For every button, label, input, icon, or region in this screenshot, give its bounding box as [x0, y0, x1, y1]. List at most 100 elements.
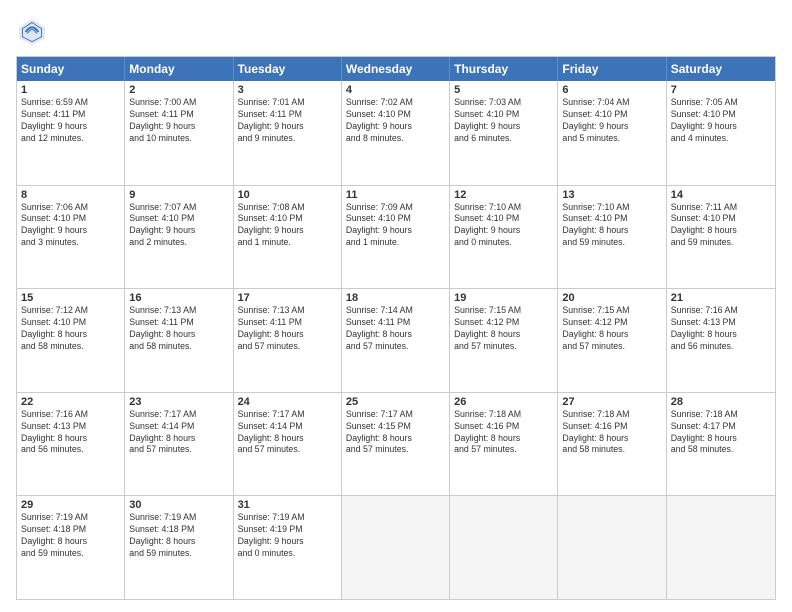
day-number: 13: [562, 189, 661, 201]
day-cell-10: 10Sunrise: 7:08 AM Sunset: 4:10 PM Dayli…: [234, 186, 342, 289]
day-number: 11: [346, 189, 445, 201]
day-number: 10: [238, 189, 337, 201]
day-number: 27: [562, 396, 661, 408]
calendar: SundayMondayTuesdayWednesdayThursdayFrid…: [16, 56, 776, 600]
week-row-2: 8Sunrise: 7:06 AM Sunset: 4:10 PM Daylig…: [17, 185, 775, 289]
day-cell-4: 4Sunrise: 7:02 AM Sunset: 4:10 PM Daylig…: [342, 81, 450, 185]
day-cell-5: 5Sunrise: 7:03 AM Sunset: 4:10 PM Daylig…: [450, 81, 558, 185]
logo-icon: [16, 16, 48, 48]
day-cell-14: 14Sunrise: 7:11 AM Sunset: 4:10 PM Dayli…: [667, 186, 775, 289]
day-info: Sunrise: 7:13 AM Sunset: 4:11 PM Dayligh…: [129, 305, 228, 353]
header-day-wednesday: Wednesday: [342, 57, 450, 81]
day-info: Sunrise: 7:14 AM Sunset: 4:11 PM Dayligh…: [346, 305, 445, 353]
day-number: 23: [129, 396, 228, 408]
day-number: 25: [346, 396, 445, 408]
day-number: 26: [454, 396, 553, 408]
day-number: 30: [129, 499, 228, 511]
day-info: Sunrise: 7:00 AM Sunset: 4:11 PM Dayligh…: [129, 97, 228, 145]
day-number: 2: [129, 84, 228, 96]
week-row-1: 1Sunrise: 6:59 AM Sunset: 4:11 PM Daylig…: [17, 81, 775, 185]
day-info: Sunrise: 7:13 AM Sunset: 4:11 PM Dayligh…: [238, 305, 337, 353]
day-number: 21: [671, 292, 771, 304]
day-cell-11: 11Sunrise: 7:09 AM Sunset: 4:10 PM Dayli…: [342, 186, 450, 289]
day-cell-19: 19Sunrise: 7:15 AM Sunset: 4:12 PM Dayli…: [450, 289, 558, 392]
day-info: Sunrise: 7:08 AM Sunset: 4:10 PM Dayligh…: [238, 202, 337, 250]
day-info: Sunrise: 7:10 AM Sunset: 4:10 PM Dayligh…: [454, 202, 553, 250]
day-cell-31: 31Sunrise: 7:19 AM Sunset: 4:19 PM Dayli…: [234, 496, 342, 599]
day-cell-8: 8Sunrise: 7:06 AM Sunset: 4:10 PM Daylig…: [17, 186, 125, 289]
day-info: Sunrise: 7:16 AM Sunset: 4:13 PM Dayligh…: [21, 409, 120, 457]
header-day-monday: Monday: [125, 57, 233, 81]
day-info: Sunrise: 7:05 AM Sunset: 4:10 PM Dayligh…: [671, 97, 771, 145]
day-cell-29: 29Sunrise: 7:19 AM Sunset: 4:18 PM Dayli…: [17, 496, 125, 599]
page: SundayMondayTuesdayWednesdayThursdayFrid…: [0, 0, 792, 612]
day-number: 28: [671, 396, 771, 408]
day-info: Sunrise: 7:18 AM Sunset: 4:16 PM Dayligh…: [454, 409, 553, 457]
day-cell-7: 7Sunrise: 7:05 AM Sunset: 4:10 PM Daylig…: [667, 81, 775, 185]
empty-cell: [342, 496, 450, 599]
day-info: Sunrise: 7:17 AM Sunset: 4:14 PM Dayligh…: [238, 409, 337, 457]
day-cell-20: 20Sunrise: 7:15 AM Sunset: 4:12 PM Dayli…: [558, 289, 666, 392]
day-number: 17: [238, 292, 337, 304]
day-cell-28: 28Sunrise: 7:18 AM Sunset: 4:17 PM Dayli…: [667, 393, 775, 496]
day-number: 8: [21, 189, 120, 201]
day-cell-6: 6Sunrise: 7:04 AM Sunset: 4:10 PM Daylig…: [558, 81, 666, 185]
day-cell-30: 30Sunrise: 7:19 AM Sunset: 4:18 PM Dayli…: [125, 496, 233, 599]
day-number: 18: [346, 292, 445, 304]
day-number: 6: [562, 84, 661, 96]
day-number: 19: [454, 292, 553, 304]
day-cell-17: 17Sunrise: 7:13 AM Sunset: 4:11 PM Dayli…: [234, 289, 342, 392]
day-cell-23: 23Sunrise: 7:17 AM Sunset: 4:14 PM Dayli…: [125, 393, 233, 496]
day-cell-2: 2Sunrise: 7:00 AM Sunset: 4:11 PM Daylig…: [125, 81, 233, 185]
header-day-sunday: Sunday: [17, 57, 125, 81]
day-number: 29: [21, 499, 120, 511]
day-info: Sunrise: 7:19 AM Sunset: 4:18 PM Dayligh…: [129, 512, 228, 560]
day-cell-26: 26Sunrise: 7:18 AM Sunset: 4:16 PM Dayli…: [450, 393, 558, 496]
day-cell-21: 21Sunrise: 7:16 AM Sunset: 4:13 PM Dayli…: [667, 289, 775, 392]
calendar-header: SundayMondayTuesdayWednesdayThursdayFrid…: [17, 57, 775, 81]
day-number: 14: [671, 189, 771, 201]
day-info: Sunrise: 7:19 AM Sunset: 4:18 PM Dayligh…: [21, 512, 120, 560]
day-number: 9: [129, 189, 228, 201]
day-info: Sunrise: 7:18 AM Sunset: 4:16 PM Dayligh…: [562, 409, 661, 457]
header: [16, 16, 776, 48]
day-number: 3: [238, 84, 337, 96]
day-cell-24: 24Sunrise: 7:17 AM Sunset: 4:14 PM Dayli…: [234, 393, 342, 496]
day-cell-1: 1Sunrise: 6:59 AM Sunset: 4:11 PM Daylig…: [17, 81, 125, 185]
day-info: Sunrise: 7:09 AM Sunset: 4:10 PM Dayligh…: [346, 202, 445, 250]
day-number: 16: [129, 292, 228, 304]
header-day-tuesday: Tuesday: [234, 57, 342, 81]
day-info: Sunrise: 7:17 AM Sunset: 4:15 PM Dayligh…: [346, 409, 445, 457]
calendar-body: 1Sunrise: 6:59 AM Sunset: 4:11 PM Daylig…: [17, 81, 775, 599]
day-info: Sunrise: 7:06 AM Sunset: 4:10 PM Dayligh…: [21, 202, 120, 250]
day-number: 7: [671, 84, 771, 96]
day-cell-22: 22Sunrise: 7:16 AM Sunset: 4:13 PM Dayli…: [17, 393, 125, 496]
empty-cell: [450, 496, 558, 599]
day-cell-15: 15Sunrise: 7:12 AM Sunset: 4:10 PM Dayli…: [17, 289, 125, 392]
day-number: 1: [21, 84, 120, 96]
day-cell-9: 9Sunrise: 7:07 AM Sunset: 4:10 PM Daylig…: [125, 186, 233, 289]
day-info: Sunrise: 7:02 AM Sunset: 4:10 PM Dayligh…: [346, 97, 445, 145]
day-info: Sunrise: 7:10 AM Sunset: 4:10 PM Dayligh…: [562, 202, 661, 250]
day-cell-13: 13Sunrise: 7:10 AM Sunset: 4:10 PM Dayli…: [558, 186, 666, 289]
week-row-5: 29Sunrise: 7:19 AM Sunset: 4:18 PM Dayli…: [17, 495, 775, 599]
day-number: 24: [238, 396, 337, 408]
week-row-4: 22Sunrise: 7:16 AM Sunset: 4:13 PM Dayli…: [17, 392, 775, 496]
day-number: 22: [21, 396, 120, 408]
day-info: Sunrise: 7:11 AM Sunset: 4:10 PM Dayligh…: [671, 202, 771, 250]
logo: [16, 16, 52, 48]
day-info: Sunrise: 7:16 AM Sunset: 4:13 PM Dayligh…: [671, 305, 771, 353]
day-info: Sunrise: 6:59 AM Sunset: 4:11 PM Dayligh…: [21, 97, 120, 145]
day-number: 15: [21, 292, 120, 304]
day-number: 20: [562, 292, 661, 304]
day-info: Sunrise: 7:03 AM Sunset: 4:10 PM Dayligh…: [454, 97, 553, 145]
day-info: Sunrise: 7:12 AM Sunset: 4:10 PM Dayligh…: [21, 305, 120, 353]
day-cell-18: 18Sunrise: 7:14 AM Sunset: 4:11 PM Dayli…: [342, 289, 450, 392]
header-day-friday: Friday: [558, 57, 666, 81]
day-cell-25: 25Sunrise: 7:17 AM Sunset: 4:15 PM Dayli…: [342, 393, 450, 496]
day-info: Sunrise: 7:18 AM Sunset: 4:17 PM Dayligh…: [671, 409, 771, 457]
week-row-3: 15Sunrise: 7:12 AM Sunset: 4:10 PM Dayli…: [17, 288, 775, 392]
day-info: Sunrise: 7:04 AM Sunset: 4:10 PM Dayligh…: [562, 97, 661, 145]
day-number: 12: [454, 189, 553, 201]
day-info: Sunrise: 7:07 AM Sunset: 4:10 PM Dayligh…: [129, 202, 228, 250]
